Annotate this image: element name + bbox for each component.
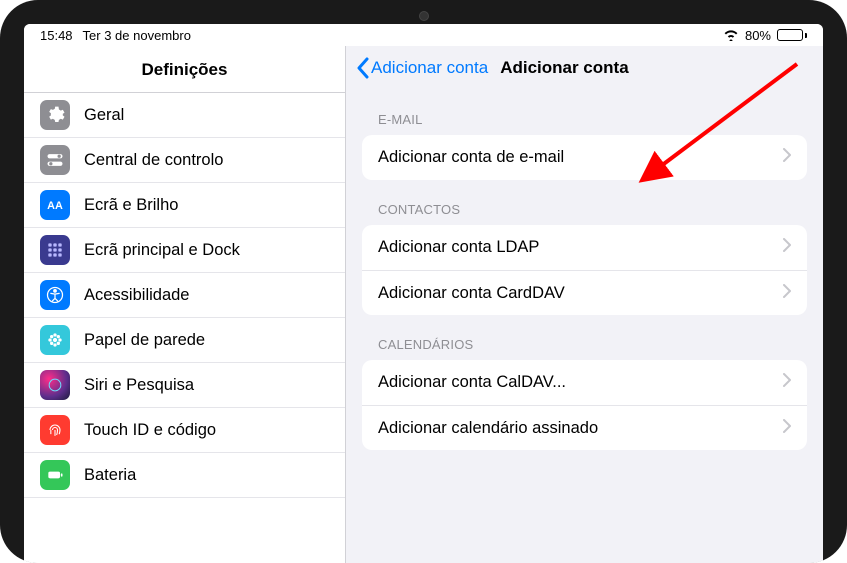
sidebar-item-siri[interactable]: Siri e Pesquisa (24, 363, 345, 408)
row-label: Adicionar conta CardDAV (378, 284, 565, 303)
svg-text:AA: AA (47, 200, 63, 212)
chevron-right-icon (783, 238, 791, 257)
detail-pane: Adicionar conta Adicionar conta E-MAIL A… (346, 46, 823, 563)
chevron-right-icon (783, 419, 791, 438)
chevron-left-icon (356, 57, 369, 79)
sidebar-item-label: Central de controlo (84, 151, 223, 170)
settings-sidebar: Definições Geral Central de controlo (24, 46, 346, 563)
sidebar-item-label: Papel de parede (84, 331, 205, 350)
sidebar-item-control-center[interactable]: Central de controlo (24, 138, 345, 183)
siri-icon (40, 370, 70, 400)
toggles-icon (40, 145, 70, 175)
battery-icon (40, 460, 70, 490)
row-label: Adicionar calendário assinado (378, 419, 598, 438)
fingerprint-icon (40, 415, 70, 445)
sidebar-item-home-dock[interactable]: Ecrã principal e Dock (24, 228, 345, 273)
group-header-calendars: CALENDÁRIOS (362, 315, 807, 360)
sidebar-item-label: Bateria (84, 466, 136, 485)
sidebar-item-label: Geral (84, 106, 124, 125)
battery-pct: 80% (745, 28, 771, 43)
flower-icon (40, 325, 70, 355)
page-title: Adicionar conta (500, 58, 628, 78)
group-header-email: E-MAIL (362, 90, 807, 135)
row-add-email-account[interactable]: Adicionar conta de e-mail (362, 135, 807, 180)
group-header-contacts: CONTACTOS (362, 180, 807, 225)
back-button[interactable]: Adicionar conta (356, 57, 488, 79)
sidebar-item-label: Ecrã principal e Dock (84, 241, 240, 260)
status-time: 15:48 (40, 28, 73, 43)
row-add-caldav[interactable]: Adicionar conta CalDAV... (362, 360, 807, 405)
back-label: Adicionar conta (371, 58, 488, 78)
row-label: Adicionar conta LDAP (378, 238, 539, 257)
battery-icon (777, 29, 807, 41)
sidebar-item-battery[interactable]: Bateria (24, 453, 345, 498)
sidebar-item-touchid[interactable]: Touch ID e código (24, 408, 345, 453)
status-date: Ter 3 de novembro (83, 28, 191, 43)
grid-icon (40, 235, 70, 265)
status-bar: 15:48 Ter 3 de novembro 80% (24, 24, 823, 46)
sidebar-item-label: Touch ID e código (84, 421, 216, 440)
row-label: Adicionar conta de e-mail (378, 148, 564, 167)
sidebar-item-wallpaper[interactable]: Papel de parede (24, 318, 345, 363)
chevron-right-icon (783, 148, 791, 167)
gear-icon (40, 100, 70, 130)
sidebar-item-accessibility[interactable]: Acessibilidade (24, 273, 345, 318)
sidebar-item-label: Acessibilidade (84, 286, 189, 305)
sidebar-item-general[interactable]: Geral (24, 93, 345, 138)
chevron-right-icon (783, 373, 791, 392)
sidebar-item-label: Siri e Pesquisa (84, 376, 194, 395)
brightness-icon: AA (40, 190, 70, 220)
nav-header: Adicionar conta Adicionar conta (346, 46, 823, 90)
row-add-carddav[interactable]: Adicionar conta CardDAV (362, 270, 807, 315)
sidebar-title: Definições (24, 46, 345, 93)
sidebar-item-display[interactable]: AA Ecrã e Brilho (24, 183, 345, 228)
sidebar-item-label: Ecrã e Brilho (84, 196, 178, 215)
chevron-right-icon (783, 284, 791, 303)
row-add-ldap[interactable]: Adicionar conta LDAP (362, 225, 807, 270)
row-add-subscribed-calendar[interactable]: Adicionar calendário assinado (362, 405, 807, 450)
wifi-icon (723, 29, 739, 41)
row-label: Adicionar conta CalDAV... (378, 373, 566, 392)
accessibility-icon (40, 280, 70, 310)
